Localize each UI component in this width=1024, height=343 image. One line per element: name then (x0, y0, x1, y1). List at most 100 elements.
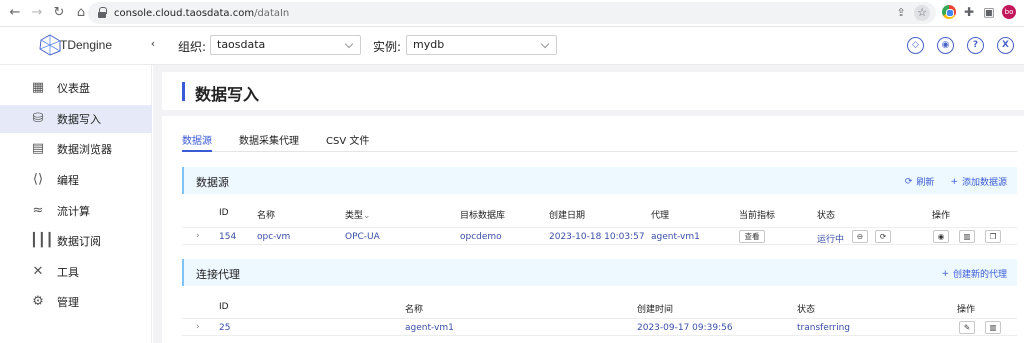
url-host: console.cloud.taosdata.com (114, 7, 255, 19)
plus-icon: + (941, 268, 949, 279)
create-agent-button[interactable]: + 创建新的代理 (941, 267, 1007, 281)
cell-status: transferring (797, 323, 851, 333)
home-icon[interactable]: ⌂ (74, 6, 88, 20)
copy-button[interactable]: ❐ (985, 230, 1001, 243)
refresh-button[interactable]: ⟳ 刷新 (904, 175, 935, 189)
back-icon[interactable]: ← (8, 6, 22, 20)
collapse-sidebar-icon[interactable]: ‹ (146, 37, 160, 51)
title-accent-bar (182, 82, 185, 101)
restart-button[interactable]: ⟳ (875, 230, 891, 243)
sidebar-item-tools[interactable]: ✕ 工具 (0, 258, 152, 286)
cell-id: 154 (219, 232, 237, 242)
column-header: 创建日期 (549, 211, 586, 221)
delete-button[interactable]: ▥ (985, 321, 1001, 334)
data-browser-icon: ▤ (31, 141, 45, 156)
bookmark-star-icon[interactable]: ☆ (914, 5, 930, 21)
org-label: 组织: (178, 40, 207, 54)
url-path: /dataIn (254, 7, 290, 19)
reload-icon[interactable]: ↻ (52, 6, 66, 20)
create-agent-label: 创建新的代理 (952, 270, 1007, 280)
tab-csv-file[interactable]: CSV 文件 (326, 132, 369, 152)
chevron-down-icon (540, 39, 550, 49)
share-icon[interactable]: ⇪ (894, 6, 908, 20)
add-datasource-button[interactable]: + 添加数据源 (950, 175, 1007, 189)
trash-icon: ▥ (963, 232, 971, 241)
help-icon[interactable]: ? (967, 37, 984, 54)
tab-collection-agent[interactable]: 数据采集代理 (239, 132, 299, 152)
view-button[interactable]: ◉ (933, 230, 949, 243)
tools-icon: ✕ (32, 264, 44, 279)
trash-icon: ▥ (989, 323, 997, 332)
logo-text: TDengine (60, 38, 113, 52)
close-icon[interactable]: X (997, 37, 1014, 54)
column-header-sortable[interactable]: 类型⌄ (345, 208, 371, 221)
management-icon: ⚙ (32, 294, 44, 309)
column-header: 创建时间 (637, 305, 674, 315)
column-header: 代理 (651, 211, 670, 221)
sidebar-item-label: 数据写入 (57, 113, 101, 126)
cell-id: 25 (219, 323, 231, 333)
side-panel-icon[interactable]: ▣ (982, 5, 996, 19)
column-header: 操作 (932, 211, 951, 221)
sidebar-item-label: 数据订阅 (57, 235, 101, 248)
view-metrics-button[interactable]: 查看 (739, 230, 765, 243)
sidebar-item-dashboard[interactable]: ▦ 仪表盘 (0, 74, 152, 102)
chevron-down-icon: ⌄ (363, 211, 371, 221)
forward-icon[interactable]: → (30, 6, 44, 20)
sidebar-item-data-browser[interactable]: ▤ 数据浏览器 (0, 135, 152, 163)
lock-icon[interactable] (96, 7, 108, 19)
content-panel: 数据源 数据采集代理 CSV 文件 数据源 ⟳ 刷新 + 添加数据源 ID 名称… (162, 116, 1024, 343)
column-header: 目标数据库 (460, 211, 506, 221)
org-select[interactable]: taosdata (210, 35, 361, 55)
extensions-puzzle-icon[interactable]: ✚ (962, 5, 976, 19)
sidebar-item-stream[interactable]: ≈ 流计算 (0, 197, 152, 225)
column-header: 状态 (817, 211, 836, 221)
column-header: 名称 (405, 305, 424, 315)
profile-avatar[interactable]: bo (1002, 5, 1016, 19)
sidebar-item-label: 数据浏览器 (57, 143, 112, 156)
extension-color-icon[interactable] (942, 5, 956, 19)
dashboard-icon: ▦ (31, 80, 45, 95)
instance-label: 实例: (373, 40, 402, 54)
sidebar-item-programming[interactable]: ⟨⟩ 编程 (0, 166, 152, 194)
expand-row-icon[interactable]: › (196, 322, 200, 332)
cell-target-db: opcdemo (460, 232, 502, 242)
address-bar[interactable]: console.cloud.taosdata.com/dataIn ⇪ ☆ (88, 2, 936, 24)
page-title-bar: 数据写入 (162, 72, 1024, 110)
notification-icon[interactable]: ◇ (907, 37, 924, 54)
stop-icon: ⊖ (856, 232, 864, 241)
cell-created: 2023-09-17 09:39:56 (637, 323, 733, 333)
edit-button[interactable]: ✎ (959, 321, 975, 334)
stop-button[interactable]: ⊖ (852, 230, 868, 243)
sidebar-item-management[interactable]: ⚙ 管理 (0, 288, 152, 316)
instance-select[interactable]: mydb (406, 35, 557, 55)
cell-created: 2023-10-18 10:03:57 (549, 232, 645, 242)
column-header: 操作 (957, 305, 976, 315)
programming-icon: ⟨⟩ (32, 172, 44, 187)
main-area: 数据写入 数据源 数据采集代理 CSV 文件 数据源 ⟳ 刷新 + 添加数据源 (153, 65, 1024, 343)
cell-agent: agent-vm1 (651, 232, 700, 242)
sidebar-item-data-in[interactable]: ⛁ 数据写入 (0, 105, 152, 133)
subscription-icon: ┃┃┃ (30, 233, 54, 248)
column-header: ID (219, 302, 229, 312)
refresh-icon: ⟳ (904, 176, 913, 187)
edit-icon: ✎ (963, 323, 971, 332)
theme-icon[interactable]: ◉ (937, 37, 954, 54)
section-title: 连接代理 (196, 268, 240, 281)
copy-icon: ❐ (989, 232, 997, 241)
tab-datasource[interactable]: 数据源 (182, 132, 212, 152)
column-header: 类型 (345, 211, 364, 221)
datasource-section-header: 数据源 ⟳ 刷新 + 添加数据源 (182, 167, 1017, 194)
delete-button[interactable]: ▥ (959, 230, 975, 243)
column-header: 当前指标 (739, 211, 776, 221)
sidebar-item-label: 流计算 (57, 205, 90, 218)
logo[interactable]: TDengine (38, 34, 112, 56)
expand-row-icon[interactable]: › (196, 231, 200, 241)
tab-bar: 数据源 数据采集代理 CSV 文件 (182, 130, 1017, 152)
table-row: › 154 opc-vm OPC-UA opcdemo 2023-10-18 1… (182, 227, 1017, 245)
url-text[interactable]: console.cloud.taosdata.com/dataIn (114, 8, 289, 19)
tdengine-logo-icon (39, 34, 61, 56)
sidebar-item-label: 工具 (57, 266, 79, 279)
sidebar-item-subscription[interactable]: ┃┃┃ 数据订阅 (0, 227, 152, 255)
agent-section-header: 连接代理 + 创建新的代理 (182, 259, 1017, 286)
